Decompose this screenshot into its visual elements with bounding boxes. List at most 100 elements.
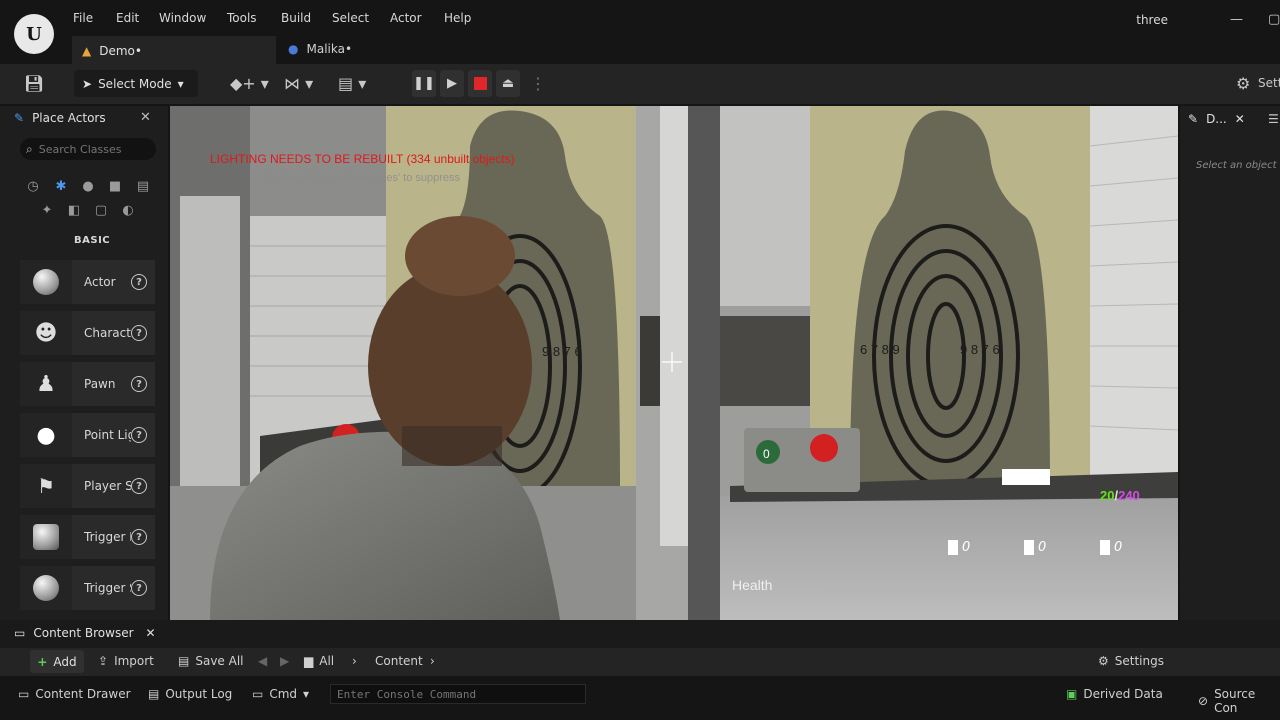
step-icon: ▶: [447, 76, 457, 91]
save-icon[interactable]: 💾︎: [24, 74, 44, 93]
help-icon[interactable]: ?: [131, 529, 147, 545]
menu-file[interactable]: File: [73, 11, 93, 29]
import-button[interactable]: ⇪ Import: [98, 654, 154, 668]
minimize-icon[interactable]: —: [1230, 12, 1243, 27]
actor-item-trigger-sphere[interactable]: Trigger Sphere ?: [20, 566, 155, 610]
save-all-button[interactable]: ▤ Save All: [178, 654, 244, 668]
path-content[interactable]: Content: [375, 654, 423, 668]
content-settings-button[interactable]: ⚙ Settings: [1098, 654, 1164, 668]
help-icon[interactable]: ?: [131, 376, 147, 392]
visual-effects-icon[interactable]: ✦: [37, 200, 57, 220]
help-icon[interactable]: ?: [131, 274, 147, 290]
unreal-logo[interactable]: U: [14, 14, 54, 54]
place-actors-title: Place Actors: [32, 111, 106, 125]
settings-gear-icon[interactable]: ⚙: [1236, 74, 1250, 93]
actor-item-character[interactable]: ☻ Character ?: [20, 311, 155, 355]
help-icon[interactable]: ?: [131, 427, 147, 443]
forward-icon[interactable]: ▶: [280, 654, 289, 668]
add-label: Add: [53, 654, 77, 669]
maximize-icon[interactable]: ▢: [1268, 12, 1280, 27]
actor-item-player-start[interactable]: ⚑ Player Start ?: [20, 464, 155, 508]
cmd-dropdown[interactable]: ▭ Cmd ▾: [252, 687, 309, 701]
recent-icon[interactable]: ◷: [23, 176, 43, 196]
derived-data-icon: ▣: [1066, 687, 1078, 701]
menu-bar: U File Edit Window Tools Build Select Ac…: [0, 0, 1280, 64]
score-item-3: 0: [1100, 540, 1122, 555]
import-icon: ⇪: [98, 654, 109, 668]
add-content-icon[interactable]: ◆+ ▾: [230, 74, 269, 93]
tab-demo[interactable]: ▲ Demo•: [72, 36, 276, 64]
close-icon[interactable]: ✕: [140, 110, 151, 125]
volumes-icon[interactable]: ▢: [91, 200, 111, 220]
content-browser-tab[interactable]: ▭ Content Browser ✕: [14, 626, 156, 640]
actor-item-label: Actor: [84, 275, 116, 289]
actor-item-pawn[interactable]: ♟ Pawn ?: [20, 362, 155, 406]
content-browser-title: Content Browser: [33, 626, 134, 640]
actor-item-label: Character: [84, 326, 131, 340]
save-all-icon: ▤: [178, 654, 190, 668]
menu-window[interactable]: Window: [159, 11, 206, 29]
derived-data-label: Derived Data: [1083, 687, 1163, 701]
character-icon: ●: [288, 42, 299, 56]
drawer-icon: ▭: [18, 687, 30, 701]
actor-item-point-light[interactable]: ● Point Light ?: [20, 413, 155, 457]
menu-build[interactable]: Build: [281, 11, 311, 29]
geometry-icon[interactable]: ◧: [64, 200, 84, 220]
actor-thumbnail: ♟: [20, 362, 72, 406]
step-button[interactable]: ▶: [440, 70, 464, 97]
menu-help[interactable]: Help: [444, 11, 471, 29]
cinematic-icon[interactable]: ▤: [133, 176, 153, 196]
help-icon[interactable]: ?: [131, 325, 147, 341]
back-icon[interactable]: ◀: [258, 654, 267, 668]
close-icon[interactable]: ✕: [1235, 112, 1245, 126]
all-classes-icon[interactable]: ◐: [118, 200, 138, 220]
place-actors-tab[interactable]: ✎ Place Actors: [14, 111, 106, 125]
details-panel: ✎ D... ✕ ☰ Select an object t: [1180, 106, 1280, 620]
select-mode-dropdown[interactable]: ➤ Select Mode ▾: [74, 70, 198, 97]
actor-item-label: Trigger Sphere: [84, 581, 131, 595]
stop-button[interactable]: [468, 70, 492, 97]
tab-malika[interactable]: ● Malika•: [278, 36, 398, 64]
settings-label[interactable]: Settings: [1258, 76, 1280, 90]
actor-thumbnail: [20, 260, 72, 304]
path-all[interactable]: ▆ All: [304, 654, 334, 668]
search-classes-input[interactable]: [38, 142, 139, 156]
content-browser-icon: ▭: [14, 626, 26, 640]
derived-data-button[interactable]: ▣ Derived Data: [1066, 687, 1163, 701]
add-button[interactable]: + Add: [30, 650, 84, 673]
outliner-icon[interactable]: ☰: [1268, 112, 1279, 126]
close-icon[interactable]: ✕: [146, 626, 156, 640]
menu-actor[interactable]: Actor: [390, 11, 422, 29]
help-icon[interactable]: ?: [131, 478, 147, 494]
search-classes-field[interactable]: ⌕: [20, 138, 156, 160]
status-bar: ▭ Content Drawer ▤ Output Log ▭ Cmd ▾ ▣ …: [0, 678, 1280, 720]
lights-icon[interactable]: ●: [78, 176, 98, 196]
more-options-icon[interactable]: ⋮: [530, 74, 546, 93]
content-drawer-button[interactable]: ▭ Content Drawer: [18, 687, 131, 701]
details-tab[interactable]: ✎ D... ✕: [1188, 112, 1245, 126]
output-log-button[interactable]: ▤ Output Log: [148, 687, 232, 701]
sphere-icon: [33, 269, 59, 295]
level-viewport[interactable]: 9 8 7 6 6 7 8 9 9 8 7 6 0 LIGHTING NEEDS…: [170, 106, 1178, 620]
cinematics-icon[interactable]: ▤ ▾: [338, 74, 366, 93]
log-icon: ▤: [148, 687, 160, 701]
health-label: Health: [732, 577, 773, 593]
tab-malika-label: Malika•: [306, 42, 353, 56]
actor-item-trigger-box[interactable]: Trigger Box ?: [20, 515, 155, 559]
blueprint-icon[interactable]: ⋈ ▾: [284, 74, 313, 93]
chevron-down-icon: ▾: [303, 687, 310, 701]
shapes-icon[interactable]: ■: [105, 176, 125, 196]
menu-select[interactable]: Select: [332, 11, 369, 29]
pause-button[interactable]: ❚❚: [412, 70, 436, 97]
console-field[interactable]: [330, 684, 586, 704]
actor-thumbnail: [20, 515, 72, 559]
actor-item-actor[interactable]: Actor ?: [20, 260, 155, 304]
score-box-icon: [948, 540, 958, 555]
eject-button[interactable]: ⏏: [496, 70, 520, 97]
source-control-button[interactable]: ⊘ Source Con: [1198, 687, 1280, 715]
menu-tools[interactable]: Tools: [227, 11, 257, 29]
menu-edit[interactable]: Edit: [116, 11, 139, 29]
console-input[interactable]: [337, 687, 577, 701]
help-icon[interactable]: ?: [131, 580, 147, 596]
basic-icon[interactable]: ✱: [51, 176, 71, 196]
